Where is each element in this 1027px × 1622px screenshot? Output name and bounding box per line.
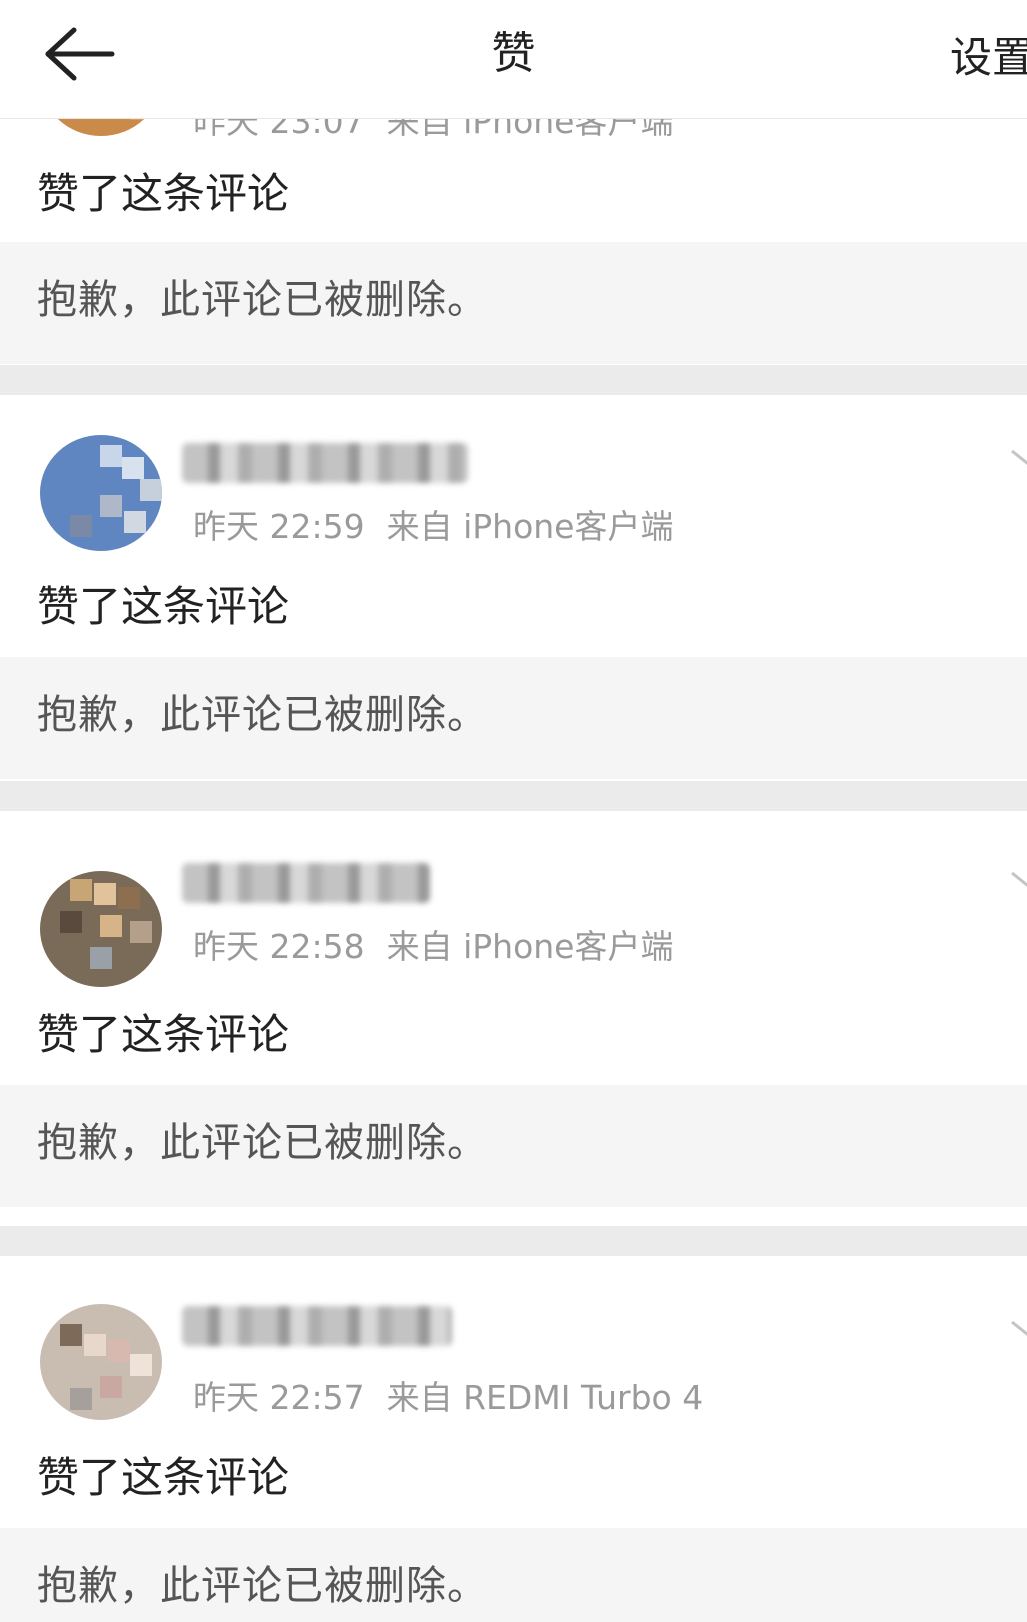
chevron-right-icon <box>1011 1320 1027 1336</box>
likes-feed[interactable]: 昨天 23:07 来自 iPhone客户端 赞了这条评论 抱歉，此评论已被删除。 … <box>0 0 1027 1622</box>
separator <box>0 781 1027 811</box>
username-redacted[interactable] <box>182 443 468 483</box>
avatar[interactable] <box>40 1304 162 1420</box>
quoted-comment[interactable]: 抱歉，此评论已被删除。 <box>0 657 1027 779</box>
top-nav-bar: 赞 设置 <box>0 0 1027 119</box>
quoted-comment[interactable]: 抱歉，此评论已被删除。 <box>0 1528 1027 1622</box>
like-source: 来自 iPhone客户端 <box>386 507 674 546</box>
quoted-comment-text: 抱歉，此评论已被删除。 <box>37 1120 488 1166</box>
like-source: 来自 REDMI Turbo 4 <box>386 1378 704 1417</box>
like-item[interactable]: 昨天 22:58 来自 iPhone客户端 赞了这条评论 抱歉，此评论已被删除。 <box>0 811 1027 1226</box>
quoted-comment[interactable]: 抱歉，此评论已被删除。 <box>0 242 1027 364</box>
quoted-comment-text: 抱歉，此评论已被删除。 <box>37 277 488 323</box>
like-source: 来自 iPhone客户端 <box>386 927 674 966</box>
like-meta: 昨天 22:58 来自 iPhone客户端 <box>193 925 673 969</box>
like-action-text: 赞了这条评论 <box>37 169 290 218</box>
page-title: 赞 <box>491 28 536 79</box>
username-redacted[interactable] <box>182 863 430 903</box>
like-item[interactable]: 昨天 22:57 来自 REDMI Turbo 4 赞了这条评论 抱歉，此评论已被… <box>0 1256 1027 1622</box>
like-time: 昨天 22:57 <box>193 1378 365 1417</box>
avatar[interactable] <box>40 871 162 987</box>
quoted-comment[interactable]: 抱歉，此评论已被删除。 <box>0 1085 1027 1207</box>
separator <box>0 1226 1027 1256</box>
like-meta: 昨天 22:57 来自 REDMI Turbo 4 <box>193 1376 703 1420</box>
chevron-right-icon <box>1011 871 1027 887</box>
settings-button[interactable]: 设置 <box>950 30 1027 86</box>
separator <box>0 365 1027 395</box>
quoted-comment-text: 抱歉，此评论已被删除。 <box>37 1563 488 1609</box>
like-action-text: 赞了这条评论 <box>37 1453 290 1502</box>
avatar[interactable] <box>40 435 162 551</box>
like-time: 昨天 22:58 <box>193 927 365 966</box>
like-action-text: 赞了这条评论 <box>37 582 290 631</box>
like-action-text: 赞了这条评论 <box>37 1010 290 1059</box>
like-item[interactable]: 昨天 22:59 来自 iPhone客户端 赞了这条评论 抱歉，此评论已被删除。 <box>0 395 1027 781</box>
username-redacted[interactable] <box>182 1306 452 1346</box>
quoted-comment-text: 抱歉，此评论已被删除。 <box>37 692 488 738</box>
like-meta: 昨天 22:59 来自 iPhone客户端 <box>193 505 673 549</box>
chevron-right-icon <box>1011 449 1027 465</box>
like-time: 昨天 22:59 <box>193 507 365 546</box>
